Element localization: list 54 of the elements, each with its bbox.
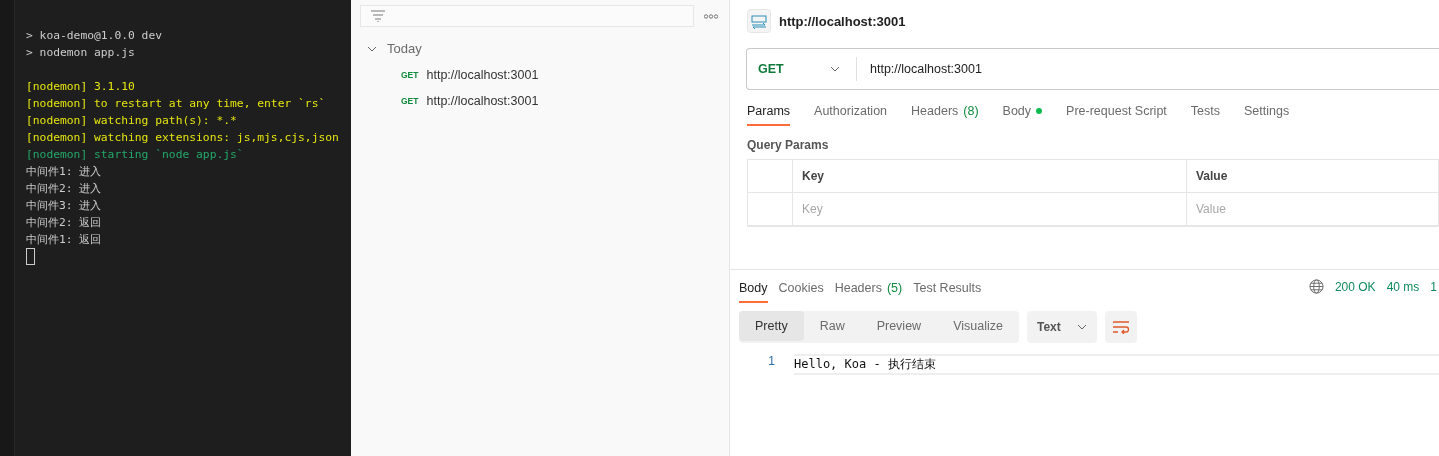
wrap-button[interactable]: [1104, 311, 1137, 343]
line-number: 1: [767, 354, 776, 370]
section-title: Query Params: [747, 138, 830, 152]
terminal-line: [nodemon] to restart at any time, enter `rs`: [26, 96, 327, 112]
terminal-line: [nodemon] watching path(s): *.*: [26, 113, 238, 129]
format-select[interactable]: Text: [1026, 311, 1097, 343]
request-tab[interactable]: Headers (8): [911, 101, 979, 126]
method-label: GET: [401, 96, 419, 106]
chevron-icon: [830, 66, 840, 72]
response-tab[interactable]: Body: [739, 278, 768, 303]
request-tab[interactable]: Settings: [1244, 101, 1290, 126]
terminal-line: 中间件1: 返回: [26, 232, 103, 248]
more-icon[interactable]: [704, 13, 718, 19]
wrap-icon: [1111, 320, 1130, 334]
status-code: 200 OK: [1334, 279, 1376, 294]
terminal-line: 中间件1: 进入: [26, 164, 103, 180]
request-title: http://localhost:3001: [779, 13, 906, 29]
request-tab[interactable]: Authorization: [814, 101, 888, 126]
view-tab[interactable]: Preview: [860, 311, 938, 341]
history-item[interactable]: http://localhost:3001: [426, 68, 539, 82]
terminal-line: [nodemon] 3.1.10: [26, 79, 136, 95]
view-tab[interactable]: Visualize: [937, 311, 1019, 341]
request-tab[interactable]: Body: [1002, 101, 1043, 126]
view-tab[interactable]: Pretty: [739, 311, 804, 341]
terminal-line: 中间件3: 进入: [26, 198, 103, 214]
column-header: Value: [1187, 160, 1439, 193]
filter-field[interactable]: [360, 5, 694, 27]
terminal-line: 中间件2: 返回: [26, 215, 103, 231]
response-tab[interactable]: Test Results: [913, 278, 982, 303]
terminal-line: > koa-demo@1.0.0 dev: [26, 28, 164, 44]
url-field[interactable]: http://localhost:3001: [857, 62, 982, 76]
request-tab[interactable]: Params: [747, 101, 791, 126]
response-time: 40 ms: [1386, 279, 1420, 294]
response-tab[interactable]: Cookies: [778, 278, 824, 303]
history-item[interactable]: http://localhost:3001: [426, 94, 539, 108]
response-size: 1: [1430, 279, 1437, 294]
request-tab[interactable]: Tests: [1190, 101, 1220, 126]
request-tab[interactable]: Pre-request Script: [1066, 101, 1167, 126]
method-label: GET: [401, 70, 419, 80]
terminal-line: [nodemon] starting `node app.js`: [26, 147, 245, 163]
code-line: Hello, Koa - 执行结束: [794, 354, 1439, 375]
chevron-icon: [1076, 324, 1087, 330]
response-tab[interactable]: Headers (5): [834, 278, 903, 303]
column-header: Key: [793, 160, 1187, 193]
terminal-line: [nodemon] watching extensions: js,mjs,cjs,json: [26, 130, 340, 146]
chevron-icon[interactable]: [367, 45, 377, 52]
view-tab[interactable]: Raw: [803, 311, 861, 341]
globe-icon: [1308, 279, 1324, 294]
terminal-line: > nodemon app.js: [26, 45, 136, 61]
method-select[interactable]: GET: [747, 57, 857, 81]
terminal-line: 中间件2: 进入: [26, 181, 103, 197]
filter-icon: [371, 10, 385, 22]
http-icon: [747, 9, 771, 33]
history-group-label[interactable]: Today: [387, 41, 422, 56]
